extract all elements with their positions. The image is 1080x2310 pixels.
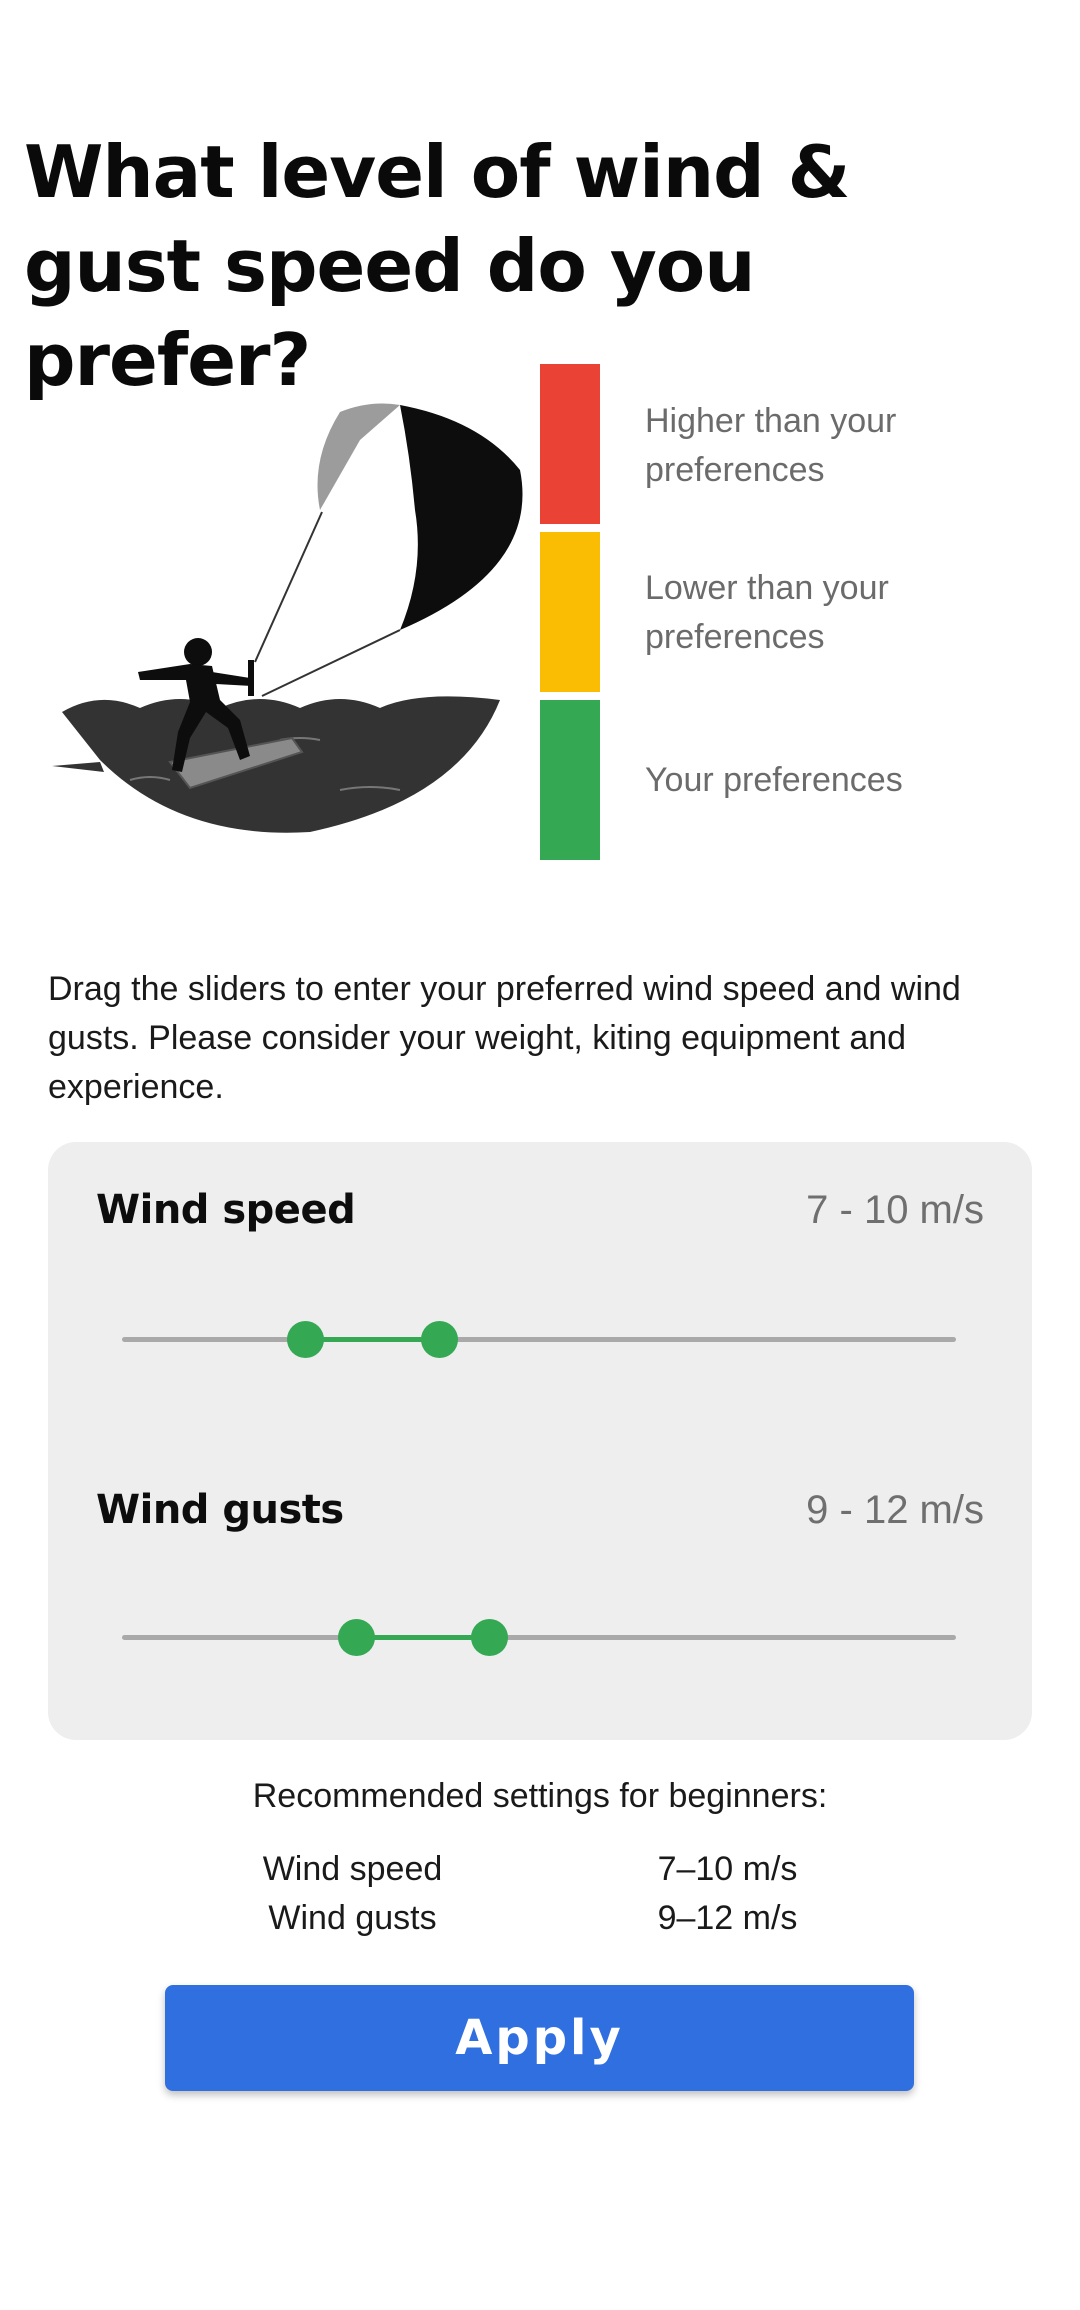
legend-label-lower: Lower than your preferences xyxy=(645,569,889,656)
recommended-label: Wind gusts xyxy=(268,1899,437,1937)
wind-gusts-slider[interactable] xyxy=(122,1619,956,1656)
wind-speed-value: 7 - 10 m/s xyxy=(806,1188,984,1232)
legend-swatch-higher xyxy=(540,364,600,524)
wind-gusts-label: Wind gusts xyxy=(96,1487,344,1533)
wind-gusts-selected-range xyxy=(355,1635,489,1640)
wind-speed-min-thumb[interactable] xyxy=(287,1321,325,1358)
wind-speed-max-thumb[interactable] xyxy=(420,1321,458,1358)
legend-swatch-preferred xyxy=(540,700,600,860)
slider-card: Wind speed 7 - 10 m/s Wind gusts 9 - 12 … xyxy=(48,1142,1032,1740)
wind-gusts-value: 9 - 12 m/s xyxy=(806,1488,984,1532)
wind-speed-slider[interactable] xyxy=(122,1321,956,1358)
apply-button[interactable]: Apply xyxy=(165,1985,914,2091)
wind-speed-label: Wind speed xyxy=(96,1187,356,1233)
kitesurfer-illustration xyxy=(52,403,523,833)
legend-label-higher: Higher than your preferences xyxy=(645,402,897,489)
legend-swatch-lower xyxy=(540,532,600,692)
legend-label-preferred: Your preferences xyxy=(645,761,903,799)
recommended-value: 7–10 m/s xyxy=(657,1850,798,1888)
recommended-label: Wind speed xyxy=(262,1850,443,1888)
wind-speed-selected-range xyxy=(305,1337,439,1342)
wind-gusts-min-thumb[interactable] xyxy=(337,1619,375,1656)
recommended-title: Recommended settings for beginners: xyxy=(252,1777,828,1815)
wind-gusts-max-thumb[interactable] xyxy=(470,1619,508,1656)
instructions-text: Drag the sliders to enter your preferred… xyxy=(48,970,961,1106)
recommended-value: 9–12 m/s xyxy=(657,1899,798,1937)
